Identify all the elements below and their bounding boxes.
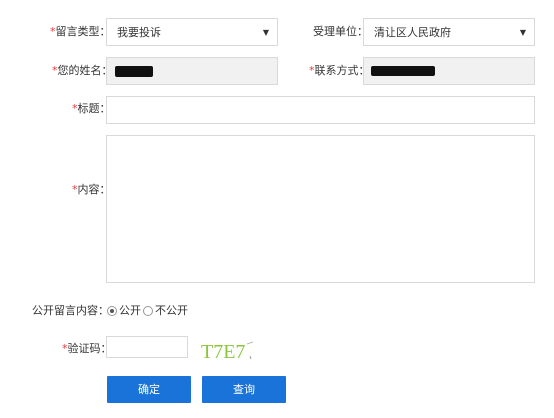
chevron-down-icon: ▼	[262, 28, 269, 37]
captcha-input[interactable]	[106, 336, 188, 358]
contact-field[interactable]	[363, 57, 535, 85]
captcha-image[interactable]: T7E7	[201, 338, 261, 362]
title-label: *标题：	[72, 102, 111, 115]
handling-unit-value: 清让区人民政府	[374, 26, 451, 39]
query-button[interactable]: 查询	[202, 376, 286, 403]
chevron-down-icon: ▼	[519, 28, 526, 37]
message-type-select[interactable]: 我要投诉 ▼	[106, 18, 278, 46]
radio-private-label: 不公开	[155, 304, 188, 317]
message-type-value: 我要投诉	[117, 26, 161, 39]
redacted-name	[115, 66, 153, 77]
submit-button[interactable]: 确定	[107, 376, 191, 403]
name-label: *您的姓名：	[52, 64, 113, 77]
public-label: 公开留言内容：	[32, 304, 109, 317]
content-textarea[interactable]	[106, 135, 535, 283]
handling-unit-label: 受理单位：	[313, 25, 368, 38]
contact-label: *联系方式：	[309, 64, 370, 77]
name-field[interactable]	[106, 57, 278, 85]
captcha-text: T7E7	[201, 341, 245, 362]
title-input[interactable]	[106, 96, 535, 124]
captcha-label: *验证码：	[62, 342, 112, 355]
content-label: *内容：	[72, 183, 111, 196]
radio-public-label: 公开	[119, 304, 141, 317]
handling-unit-select[interactable]: 清让区人民政府 ▼	[363, 18, 535, 46]
message-type-label: *留言类型：	[50, 25, 111, 38]
radio-public[interactable]	[107, 306, 117, 316]
redacted-contact	[371, 66, 435, 76]
radio-private[interactable]	[143, 306, 153, 316]
